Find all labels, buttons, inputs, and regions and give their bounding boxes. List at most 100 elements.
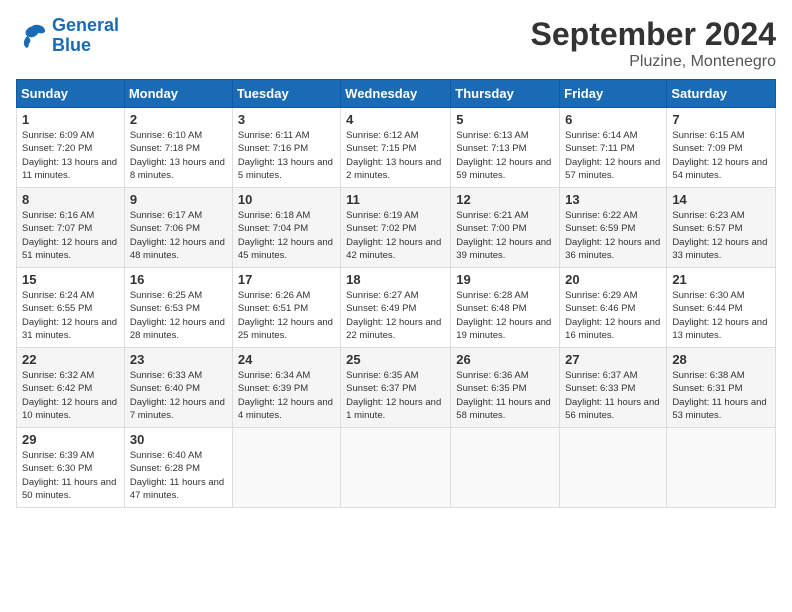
page-container: General Blue September 2024 Pluzine, Mon… <box>16 16 776 508</box>
calendar-cell: 27 Sunrise: 6:37 AMSunset: 6:33 PMDaylig… <box>560 348 667 428</box>
weekday-header-sunday: Sunday <box>17 80 125 108</box>
logo-text: General Blue <box>52 16 119 56</box>
calendar-cell: 2 Sunrise: 6:10 AMSunset: 7:18 PMDayligh… <box>124 108 232 188</box>
calendar-cell: 19 Sunrise: 6:28 AMSunset: 6:48 PMDaylig… <box>451 268 560 348</box>
calendar-cell: 8 Sunrise: 6:16 AMSunset: 7:07 PMDayligh… <box>17 188 125 268</box>
week-row-1: 1 Sunrise: 6:09 AMSunset: 7:20 PMDayligh… <box>17 108 776 188</box>
day-number: 13 <box>565 192 661 207</box>
day-number: 2 <box>130 112 227 127</box>
calendar-cell: 20 Sunrise: 6:29 AMSunset: 6:46 PMDaylig… <box>560 268 667 348</box>
day-info: Sunrise: 6:16 AMSunset: 7:07 PMDaylight:… <box>22 209 119 262</box>
location-title: Pluzine, Montenegro <box>531 53 776 71</box>
day-info: Sunrise: 6:22 AMSunset: 6:59 PMDaylight:… <box>565 209 661 262</box>
calendar-cell: 9 Sunrise: 6:17 AMSunset: 7:06 PMDayligh… <box>124 188 232 268</box>
day-info: Sunrise: 6:37 AMSunset: 6:33 PMDaylight:… <box>565 369 661 422</box>
day-number: 18 <box>346 272 445 287</box>
weekday-header-friday: Friday <box>560 80 667 108</box>
week-row-2: 8 Sunrise: 6:16 AMSunset: 7:07 PMDayligh… <box>17 188 776 268</box>
logo: General Blue <box>16 16 119 56</box>
day-number: 23 <box>130 352 227 367</box>
weekday-header-wednesday: Wednesday <box>341 80 451 108</box>
calendar-cell: 7 Sunrise: 6:15 AMSunset: 7:09 PMDayligh… <box>667 108 776 188</box>
day-info: Sunrise: 6:12 AMSunset: 7:15 PMDaylight:… <box>346 129 445 182</box>
calendar-table: SundayMondayTuesdayWednesdayThursdayFrid… <box>16 79 776 508</box>
day-info: Sunrise: 6:26 AMSunset: 6:51 PMDaylight:… <box>238 289 335 342</box>
day-info: Sunrise: 6:11 AMSunset: 7:16 PMDaylight:… <box>238 129 335 182</box>
calendar-cell: 16 Sunrise: 6:25 AMSunset: 6:53 PMDaylig… <box>124 268 232 348</box>
day-info: Sunrise: 6:35 AMSunset: 6:37 PMDaylight:… <box>346 369 445 422</box>
day-info: Sunrise: 6:33 AMSunset: 6:40 PMDaylight:… <box>130 369 227 422</box>
day-number: 5 <box>456 112 554 127</box>
calendar-cell: 23 Sunrise: 6:33 AMSunset: 6:40 PMDaylig… <box>124 348 232 428</box>
day-info: Sunrise: 6:18 AMSunset: 7:04 PMDaylight:… <box>238 209 335 262</box>
day-number: 29 <box>22 432 119 447</box>
calendar-cell: 14 Sunrise: 6:23 AMSunset: 6:57 PMDaylig… <box>667 188 776 268</box>
day-number: 11 <box>346 192 445 207</box>
day-number: 19 <box>456 272 554 287</box>
day-info: Sunrise: 6:27 AMSunset: 6:49 PMDaylight:… <box>346 289 445 342</box>
calendar-cell: 29 Sunrise: 6:39 AMSunset: 6:30 PMDaylig… <box>17 428 125 508</box>
day-number: 12 <box>456 192 554 207</box>
weekday-header-saturday: Saturday <box>667 80 776 108</box>
day-info: Sunrise: 6:25 AMSunset: 6:53 PMDaylight:… <box>130 289 227 342</box>
day-info: Sunrise: 6:32 AMSunset: 6:42 PMDaylight:… <box>22 369 119 422</box>
day-number: 21 <box>672 272 770 287</box>
day-info: Sunrise: 6:10 AMSunset: 7:18 PMDaylight:… <box>130 129 227 182</box>
calendar-cell: 13 Sunrise: 6:22 AMSunset: 6:59 PMDaylig… <box>560 188 667 268</box>
calendar-cell: 30 Sunrise: 6:40 AMSunset: 6:28 PMDaylig… <box>124 428 232 508</box>
day-number: 1 <box>22 112 119 127</box>
day-info: Sunrise: 6:38 AMSunset: 6:31 PMDaylight:… <box>672 369 770 422</box>
day-info: Sunrise: 6:29 AMSunset: 6:46 PMDaylight:… <box>565 289 661 342</box>
calendar-cell <box>451 428 560 508</box>
day-info: Sunrise: 6:14 AMSunset: 7:11 PMDaylight:… <box>565 129 661 182</box>
day-info: Sunrise: 6:24 AMSunset: 6:55 PMDaylight:… <box>22 289 119 342</box>
day-info: Sunrise: 6:17 AMSunset: 7:06 PMDaylight:… <box>130 209 227 262</box>
day-info: Sunrise: 6:28 AMSunset: 6:48 PMDaylight:… <box>456 289 554 342</box>
day-number: 20 <box>565 272 661 287</box>
calendar-cell: 24 Sunrise: 6:34 AMSunset: 6:39 PMDaylig… <box>232 348 340 428</box>
day-number: 26 <box>456 352 554 367</box>
calendar-cell: 28 Sunrise: 6:38 AMSunset: 6:31 PMDaylig… <box>667 348 776 428</box>
day-info: Sunrise: 6:36 AMSunset: 6:35 PMDaylight:… <box>456 369 554 422</box>
month-title: September 2024 <box>531 16 776 53</box>
day-info: Sunrise: 6:30 AMSunset: 6:44 PMDaylight:… <box>672 289 770 342</box>
calendar-cell <box>667 428 776 508</box>
day-number: 7 <box>672 112 770 127</box>
week-row-3: 15 Sunrise: 6:24 AMSunset: 6:55 PMDaylig… <box>17 268 776 348</box>
day-info: Sunrise: 6:39 AMSunset: 6:30 PMDaylight:… <box>22 449 119 502</box>
day-number: 27 <box>565 352 661 367</box>
day-number: 14 <box>672 192 770 207</box>
title-area: September 2024 Pluzine, Montenegro <box>531 16 776 71</box>
day-info: Sunrise: 6:09 AMSunset: 7:20 PMDaylight:… <box>22 129 119 182</box>
calendar-cell <box>232 428 340 508</box>
calendar-cell: 6 Sunrise: 6:14 AMSunset: 7:11 PMDayligh… <box>560 108 667 188</box>
day-number: 8 <box>22 192 119 207</box>
day-number: 24 <box>238 352 335 367</box>
week-row-4: 22 Sunrise: 6:32 AMSunset: 6:42 PMDaylig… <box>17 348 776 428</box>
calendar-cell: 4 Sunrise: 6:12 AMSunset: 7:15 PMDayligh… <box>341 108 451 188</box>
calendar-cell: 10 Sunrise: 6:18 AMSunset: 7:04 PMDaylig… <box>232 188 340 268</box>
calendar-cell: 25 Sunrise: 6:35 AMSunset: 6:37 PMDaylig… <box>341 348 451 428</box>
day-info: Sunrise: 6:15 AMSunset: 7:09 PMDaylight:… <box>672 129 770 182</box>
day-number: 28 <box>672 352 770 367</box>
day-number: 16 <box>130 272 227 287</box>
weekday-header-thursday: Thursday <box>451 80 560 108</box>
day-number: 6 <box>565 112 661 127</box>
calendar-cell: 1 Sunrise: 6:09 AMSunset: 7:20 PMDayligh… <box>17 108 125 188</box>
day-number: 3 <box>238 112 335 127</box>
day-info: Sunrise: 6:34 AMSunset: 6:39 PMDaylight:… <box>238 369 335 422</box>
calendar-cell: 3 Sunrise: 6:11 AMSunset: 7:16 PMDayligh… <box>232 108 340 188</box>
day-number: 25 <box>346 352 445 367</box>
week-row-5: 29 Sunrise: 6:39 AMSunset: 6:30 PMDaylig… <box>17 428 776 508</box>
day-number: 10 <box>238 192 335 207</box>
weekday-header-tuesday: Tuesday <box>232 80 340 108</box>
calendar-cell: 21 Sunrise: 6:30 AMSunset: 6:44 PMDaylig… <box>667 268 776 348</box>
day-info: Sunrise: 6:21 AMSunset: 7:00 PMDaylight:… <box>456 209 554 262</box>
weekday-header-monday: Monday <box>124 80 232 108</box>
day-number: 4 <box>346 112 445 127</box>
day-info: Sunrise: 6:23 AMSunset: 6:57 PMDaylight:… <box>672 209 770 262</box>
day-info: Sunrise: 6:19 AMSunset: 7:02 PMDaylight:… <box>346 209 445 262</box>
day-info: Sunrise: 6:40 AMSunset: 6:28 PMDaylight:… <box>130 449 227 502</box>
day-number: 30 <box>130 432 227 447</box>
day-info: Sunrise: 6:13 AMSunset: 7:13 PMDaylight:… <box>456 129 554 182</box>
